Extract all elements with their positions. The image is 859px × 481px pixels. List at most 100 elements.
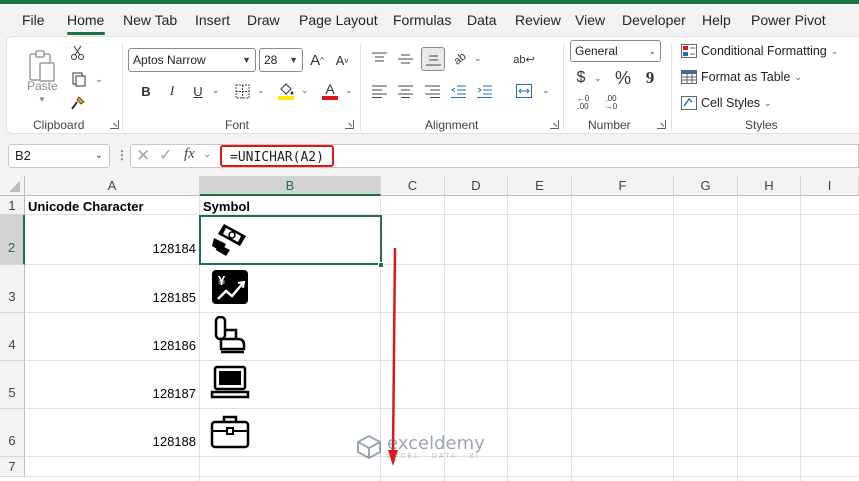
row-header-7[interactable]: 7 [0, 457, 25, 477]
chevron-down-icon: ▼ [242, 55, 251, 65]
increase-font-size-button[interactable]: A ^ [306, 48, 328, 72]
borders-icon [235, 84, 249, 98]
column-header-b[interactable]: B [200, 176, 381, 196]
decrease-indent-button[interactable] [447, 81, 469, 101]
tab-review[interactable]: Review [515, 12, 561, 28]
increase-decimal-button[interactable]: ←0.00 [572, 93, 594, 113]
alignment-launcher-icon[interactable] [550, 120, 559, 129]
tab-file[interactable]: File [22, 12, 45, 28]
merge-center-button[interactable] [513, 81, 535, 101]
tab-data[interactable]: Data [467, 12, 497, 28]
underline-chevron-icon[interactable]: ⌄ [212, 85, 220, 96]
cell-a5[interactable]: 128187 [100, 386, 196, 401]
row-header-1[interactable]: 1 [0, 196, 25, 215]
tab-page-layout[interactable]: Page Layout [299, 12, 378, 28]
cell-b1[interactable]: Symbol [203, 199, 250, 214]
clipboard-launcher-icon[interactable] [110, 120, 119, 129]
currency-chevron-icon[interactable]: ⌄ [594, 73, 602, 84]
font-color-button[interactable]: A [318, 79, 342, 103]
select-all-corner[interactable] [0, 176, 25, 196]
increase-indent-button[interactable] [473, 81, 495, 101]
borders-chevron-icon[interactable]: ⌄ [257, 85, 265, 96]
wrap-text-button[interactable]: ab↩ [513, 47, 535, 71]
top-align-button[interactable] [368, 49, 390, 69]
borders-button[interactable] [231, 81, 253, 101]
conditional-formatting-button[interactable]: Conditional Formatting ⌄ [681, 44, 838, 58]
font-name-select[interactable]: Aptos Narrow ▼ [128, 48, 256, 72]
decrease-font-size-button[interactable]: Av [331, 48, 353, 72]
column-header-c[interactable]: C [381, 176, 445, 196]
tab-draw[interactable]: Draw [247, 12, 280, 28]
column-header-d[interactable]: D [445, 176, 508, 196]
align-left-button[interactable] [368, 81, 390, 101]
tab-developer[interactable]: Developer [622, 12, 686, 28]
column-header-f[interactable]: F [572, 176, 674, 196]
bottom-align-button[interactable] [421, 47, 445, 71]
fill-color-button[interactable] [274, 79, 298, 103]
column-header-i[interactable]: I [801, 176, 859, 196]
paste-chevron-icon[interactable]: ▼ [38, 95, 46, 104]
row-header-5[interactable]: 5 [0, 361, 25, 409]
tab-new-tab[interactable]: New Tab [123, 12, 177, 28]
format-painter-button[interactable] [67, 93, 89, 113]
middle-align-button[interactable] [394, 49, 416, 69]
percent-button[interactable]: % [612, 67, 634, 89]
cell-a4[interactable]: 128186 [100, 338, 196, 353]
font-launcher-icon[interactable] [345, 120, 354, 129]
insert-function-button[interactable]: fx [184, 146, 195, 163]
cancel-icon[interactable]: ✕ [136, 147, 150, 164]
tab-power-pivot[interactable]: Power Pivot [751, 12, 826, 28]
row-header-4[interactable]: 4 [0, 313, 25, 361]
worksheet-grid[interactable]: A B C D E F G H I 1 2 3 4 5 6 7 Unicode … [0, 176, 859, 481]
column-header-h[interactable]: H [738, 176, 801, 196]
align-right-button[interactable] [421, 81, 443, 101]
copy-icon [72, 72, 86, 87]
active-cell-selection[interactable] [199, 215, 382, 265]
tab-home[interactable]: Home [67, 12, 104, 28]
chevron-down-icon: ⌄ [94, 150, 103, 161]
tab-help[interactable]: Help [702, 12, 731, 28]
tab-formulas[interactable]: Formulas [393, 12, 451, 28]
bold-button[interactable]: B [135, 81, 157, 101]
decrease-decimal-icon: .00 →0 [604, 94, 618, 111]
cell-a2[interactable]: 128184 [100, 241, 196, 256]
cell-styles-button[interactable]: Cell Styles ⌄ [681, 96, 772, 110]
italic-button[interactable]: I [161, 81, 183, 101]
font-color-chevron-icon[interactable]: ⌄ [345, 85, 353, 96]
formula-content[interactable]: =UNICHAR(A2) [220, 145, 334, 167]
cell-a6[interactable]: 128188 [100, 434, 196, 449]
orientation-chevron-icon[interactable]: ⌄ [474, 53, 482, 64]
ribbon: Paste ▼ ⌄ Clipboard Aptos Narrow ▼ 28 ▼ A ^… [0, 36, 859, 136]
decrease-decimal-button[interactable]: .00 →0 [600, 93, 622, 113]
row-header-2[interactable]: 2 [0, 215, 25, 265]
row-header-6[interactable]: 6 [0, 409, 25, 457]
more-options-icon[interactable]: ⋮ [116, 148, 128, 162]
copy-button[interactable]: ⌄ [67, 69, 107, 89]
tab-view[interactable]: View [575, 12, 605, 28]
row-header-3[interactable]: 3 [0, 265, 25, 313]
font-size-select[interactable]: 28 ▼ [259, 48, 303, 72]
cut-button[interactable] [67, 43, 89, 63]
currency-button[interactable]: $ [572, 67, 590, 89]
number-launcher-icon[interactable] [657, 120, 666, 129]
cell-a1[interactable]: Unicode Character [28, 199, 144, 214]
gridline [25, 264, 859, 265]
align-center-button[interactable] [394, 81, 416, 101]
comma-style-button[interactable]: 9 [641, 67, 659, 89]
merge-chevron-icon[interactable]: ⌄ [542, 85, 550, 96]
font-color-swatch [322, 96, 338, 100]
tab-insert[interactable]: Insert [195, 12, 230, 28]
orientation-button[interactable]: ab [449, 49, 471, 69]
number-format-select[interactable]: General ⌄ [570, 40, 661, 62]
column-header-g[interactable]: G [674, 176, 738, 196]
underline-button[interactable]: U [187, 81, 209, 101]
column-header-a[interactable]: A [25, 176, 200, 196]
fill-color-chevron-icon[interactable]: ⌄ [301, 85, 309, 96]
gridline [25, 214, 859, 215]
cell-a3[interactable]: 128185 [100, 290, 196, 305]
name-box[interactable]: B2 ⌄ [8, 144, 110, 168]
enter-checkmark-icon[interactable]: ✓ [159, 147, 172, 164]
fx-chevron-icon[interactable]: ⌄ [203, 149, 211, 160]
format-as-table-button[interactable]: Format as Table ⌄ [681, 70, 802, 84]
column-header-e[interactable]: E [508, 176, 572, 196]
